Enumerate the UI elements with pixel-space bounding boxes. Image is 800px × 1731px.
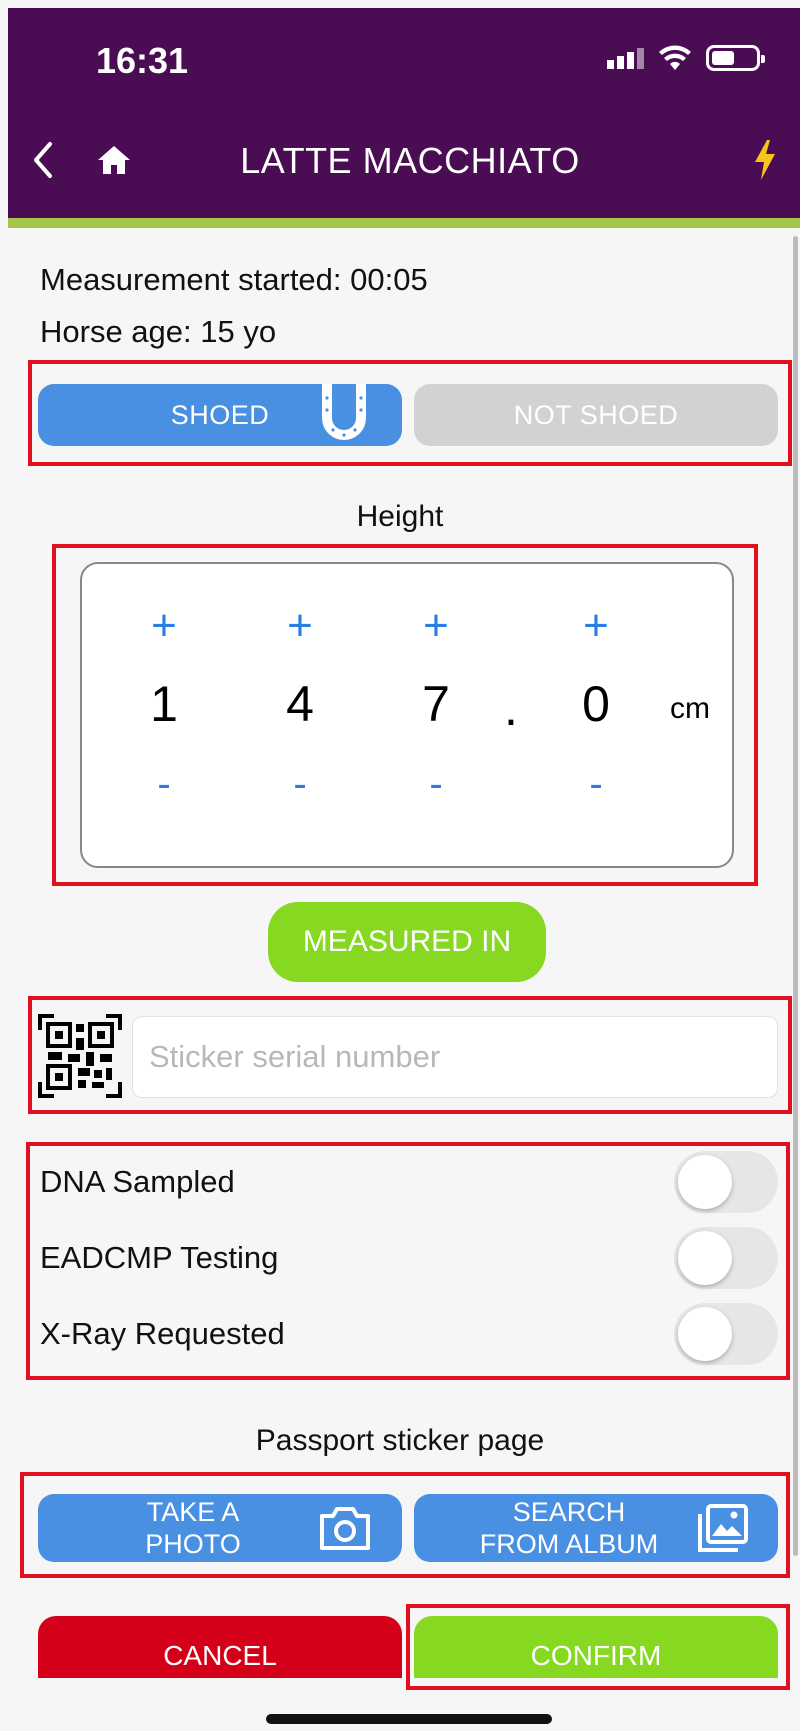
passport-sticker-title: Passport sticker page	[255, 1424, 545, 1457]
horseshoe-icon	[322, 384, 366, 440]
shoed-button-label: SHOED	[170, 399, 270, 430]
xray-requested-row: X-Ray Requested	[40, 1302, 780, 1366]
status-icons	[607, 44, 765, 72]
increment-tens-button[interactable]: +	[270, 604, 330, 648]
not-shoed-button-label: NOT SHOED	[513, 399, 679, 430]
eadcmp-testing-row: EADCMP Testing	[40, 1226, 780, 1290]
dna-sampled-toggle[interactable]	[674, 1151, 778, 1213]
shoed-button[interactable]: SHOED	[38, 384, 402, 446]
horse-age-text: Horse age: 15 yo	[40, 314, 277, 349]
increment-ones-button[interactable]: +	[406, 604, 466, 648]
height-decimal-point: .	[504, 680, 518, 736]
battery-icon	[706, 45, 765, 71]
photo-album-icon	[698, 1504, 748, 1552]
scrollbar[interactable]	[793, 236, 798, 1556]
decrement-ones-button[interactable]: -	[406, 764, 466, 804]
decrement-tens-button[interactable]: -	[270, 764, 330, 804]
search-album-button[interactable]: SEARCH FROM ALBUM	[414, 1494, 778, 1562]
take-photo-button[interactable]: TAKE A PHOTO	[38, 1494, 402, 1562]
dna-sampled-label: DNA Sampled	[40, 1164, 235, 1199]
decrement-hundreds-button[interactable]: -	[134, 764, 194, 804]
xray-requested-toggle[interactable]	[674, 1303, 778, 1365]
height-digit-ones: 7	[422, 676, 450, 732]
qr-code-scan-icon[interactable]	[38, 1014, 122, 1098]
lightning-bolt-icon[interactable]	[752, 140, 778, 180]
cancel-button[interactable]: CANCEL	[38, 1616, 402, 1678]
sticker-serial-input[interactable]	[132, 1016, 778, 1098]
confirm-button[interactable]: CONFIRM	[414, 1616, 778, 1678]
decrement-decimal-button[interactable]: -	[566, 764, 626, 804]
height-digit-hundreds: 1	[150, 676, 178, 732]
increment-decimal-button[interactable]: +	[566, 604, 626, 648]
search-album-label: SEARCH FROM ALBUM	[479, 1497, 659, 1559]
take-photo-label: TAKE A PHOTO	[145, 1497, 241, 1559]
wifi-icon	[659, 45, 691, 70]
height-unit: cm	[670, 692, 710, 725]
home-indicator	[266, 1714, 552, 1724]
measured-in-button[interactable]: MEASURED IN	[268, 902, 546, 982]
back-chevron-icon[interactable]	[28, 138, 58, 182]
signal-icon	[607, 47, 644, 69]
camera-icon	[320, 1507, 370, 1550]
not-shoed-button[interactable]: NOT SHOED	[414, 384, 778, 446]
status-time: 16:31	[96, 40, 189, 81]
measurement-started-text: Measurement started: 00:05	[40, 262, 428, 297]
height-digit-tens: 4	[286, 676, 314, 732]
xray-requested-label: X-Ray Requested	[40, 1316, 285, 1351]
height-digit-decimal: 0	[582, 676, 610, 732]
height-picker: + 1 - + 4 - + 7 - . + 0 - cm	[80, 562, 734, 868]
increment-hundreds-button[interactable]: +	[134, 604, 194, 648]
header-accent-bar	[8, 218, 800, 228]
home-icon[interactable]	[96, 144, 132, 176]
eadcmp-testing-label: EADCMP Testing	[40, 1240, 279, 1275]
height-title: Height	[356, 500, 444, 533]
dna-sampled-row: DNA Sampled	[40, 1150, 780, 1214]
page-title: LATTE MACCHIATO	[240, 140, 580, 181]
eadcmp-testing-toggle[interactable]	[674, 1227, 778, 1289]
